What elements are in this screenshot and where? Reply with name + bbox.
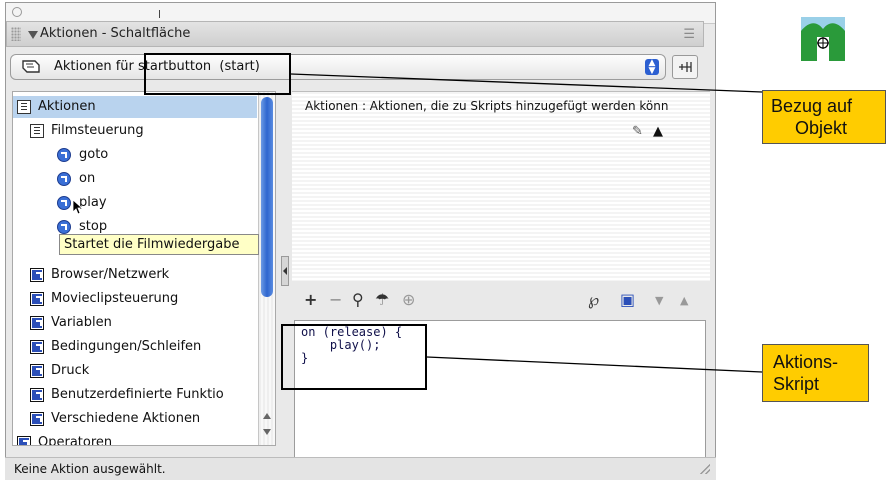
action-circle-icon	[57, 196, 71, 210]
tree-item-label: stop	[79, 219, 108, 234]
replace-icon[interactable]: ☂	[375, 290, 389, 309]
category-icon	[30, 340, 44, 354]
move-up-icon[interactable]: ▲	[680, 294, 688, 307]
highlight-action-script	[281, 324, 427, 390]
book-icon	[17, 100, 31, 114]
pin-icon	[679, 62, 692, 72]
tree-item-label: Verschiedene Aktionen	[51, 411, 201, 426]
toolbox-scrollbar[interactable]	[258, 92, 275, 445]
tree-item-label: Aktionen	[38, 99, 96, 114]
category-icon	[30, 412, 44, 426]
pin-script-button[interactable]	[672, 55, 698, 79]
tree-item-label: play	[79, 195, 107, 210]
tree-item-operatoren[interactable]: Operatoren	[13, 432, 257, 446]
panel-options-icon[interactable]: ☰	[683, 27, 695, 42]
remove-action-icon[interactable]: −	[329, 290, 342, 309]
actions-toolbox: Aktionen Filmsteuerung goto on play stop…	[12, 91, 276, 446]
tree-item-label: Movieclipsteuerung	[51, 291, 179, 306]
book-icon	[30, 124, 44, 138]
action-description-pane: Aktionen : Aktionen, die zu Skripts hinz…	[292, 91, 710, 281]
callout-line-text: Aktions-	[773, 352, 839, 372]
logo	[801, 17, 845, 61]
category-icon	[30, 364, 44, 378]
scroll-up-arrow-icon[interactable]	[263, 413, 271, 419]
collapse-triangle-icon[interactable]	[28, 31, 38, 39]
category-icon	[17, 436, 31, 445]
status-bar: Keine Aktion ausgewählt.	[5, 457, 716, 480]
panel-title: Aktionen - Schaltfläche	[40, 26, 191, 41]
highlight-object-reference	[144, 53, 291, 95]
target-path-icon[interactable]: ⊕	[402, 290, 415, 309]
tree-item-druck[interactable]: Druck	[13, 360, 257, 382]
panel-header[interactable]: Aktionen - Schaltfläche ☰	[6, 21, 704, 47]
tree-item-label: Filmsteuerung	[51, 123, 144, 138]
add-action-icon[interactable]: +	[304, 290, 317, 309]
action-circle-icon	[57, 148, 71, 162]
tooltip: Startet die Filmwiedergabe	[59, 234, 259, 255]
tree-item-movieclipsteuerung[interactable]: Movieclipsteuerung	[13, 288, 257, 310]
tree-item-label: Benutzerdefinierte Funktio	[51, 387, 224, 402]
reference-icon[interactable]: ✎	[632, 124, 643, 139]
tree-item-verschiedene-aktionen[interactable]: Verschiedene Aktionen	[13, 408, 257, 430]
callout-line-text: Bezug auf	[771, 96, 853, 116]
action-circle-icon	[57, 172, 71, 186]
tree-item-benutzerdefinierte-funktionen[interactable]: Benutzerdefinierte Funktio	[13, 384, 257, 406]
tree-item-label: Variablen	[51, 315, 112, 330]
tree-item-label: goto	[79, 147, 109, 162]
scroll-down-arrow-icon[interactable]	[263, 429, 271, 435]
tree-item-bedingungen-schleifen[interactable]: Bedingungen/Schleifen	[13, 336, 257, 358]
callout-bezug-auf-objekt: Bezug auf Objekt	[762, 90, 886, 144]
tree-item-play[interactable]: play	[13, 192, 257, 214]
grip-icon[interactable]	[11, 27, 21, 41]
debug-icon[interactable]: ℘	[588, 290, 599, 309]
callout-aktions-skript: Aktions- Skript	[762, 344, 869, 402]
view-options-icon[interactable]: ▣	[620, 290, 635, 309]
move-down-icon[interactable]: ▼	[655, 294, 663, 307]
tree-item-browser-netzwerk[interactable]: Browser/Netzwerk	[13, 264, 257, 286]
status-text: Keine Aktion ausgewählt.	[14, 462, 166, 476]
callout-line-text: Skript	[773, 374, 820, 394]
panel-splitter[interactable]	[281, 256, 289, 286]
object-reference-toolbar[interactable]: Aktionen für startbutton (start) ▲ ▼	[10, 54, 666, 80]
tree-item-label: Druck	[51, 363, 90, 378]
script-editor-toolbar: + − ⚲ ☂ ⊕ ℘ ▣ ▼ ▲	[292, 288, 710, 318]
tree-item-variablen[interactable]: Variablen	[13, 312, 257, 334]
object-select-stepper[interactable]: ▲ ▼	[645, 59, 659, 76]
tree-item-label: Browser/Netzwerk	[51, 267, 170, 282]
script-icon	[22, 60, 40, 73]
action-circle-icon	[57, 220, 71, 234]
mouse-pointer-icon	[72, 199, 82, 215]
tree-item-filmsteuerung[interactable]: Filmsteuerung	[13, 120, 257, 142]
callout-line-text: Objekt	[795, 118, 848, 138]
category-icon	[30, 268, 44, 282]
category-icon	[30, 388, 44, 402]
tree-item-label: Operatoren	[38, 435, 113, 446]
divider-mark	[159, 10, 160, 18]
tree-item-on[interactable]: on	[13, 168, 257, 190]
category-icon	[30, 316, 44, 330]
find-icon[interactable]: ⚲	[352, 290, 364, 309]
tree-item-label: Bedingungen/Schleifen	[51, 339, 202, 354]
resize-grip-icon[interactable]	[700, 464, 710, 474]
scrollbar-thumb[interactable]	[261, 97, 273, 297]
reference-controls: ✎ ▲	[632, 124, 663, 139]
description-text: Aktionen : Aktionen, die zu Skripts hinz…	[305, 99, 669, 113]
category-icon	[30, 292, 44, 306]
tree-item-label: on	[79, 171, 96, 186]
tree-item-goto[interactable]: goto	[13, 144, 257, 166]
collapse-up-icon[interactable]: ▲	[653, 124, 663, 139]
tree-item-aktionen[interactable]: Aktionen	[13, 96, 257, 118]
window-close-button[interactable]	[12, 7, 22, 17]
